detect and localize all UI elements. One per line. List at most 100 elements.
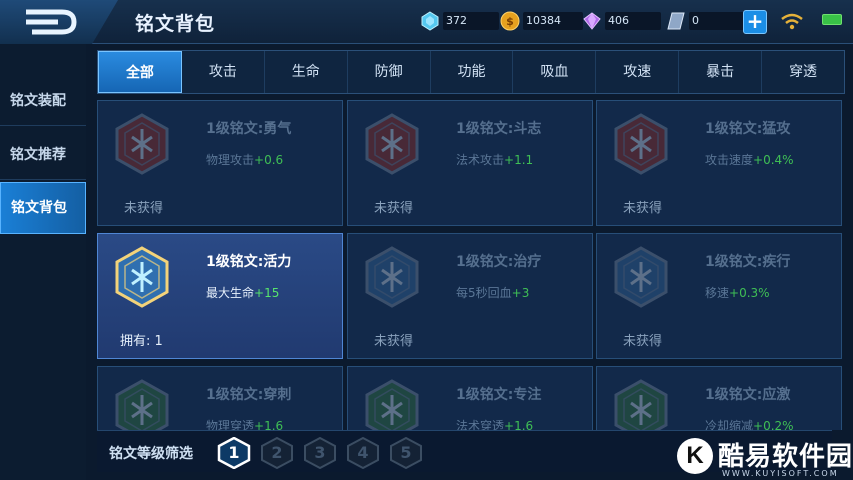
ticket-icon [667,12,685,30]
rune-icon [115,113,169,175]
wifi-icon [781,13,803,30]
rune-name: 1级铭文:猛攻 [705,121,791,137]
level-filter-label: 铭文等级筛选 [109,446,193,462]
svg-text:$: $ [506,15,514,28]
watermark-url: WWW.KUYISOFT.COM [722,469,839,478]
sidebar-item-backpack[interactable]: 铭文背包 [0,182,86,234]
rune-icon [365,113,419,175]
rune-stat-label: 法术穿透 [456,419,505,430]
rune-stat: 攻击速度+0.4% [705,151,794,168]
rune-stat: 法术穿透+1.6 [456,417,533,430]
level-filter-4-button[interactable]: 4 [346,436,380,470]
rune-icon [365,246,419,308]
rune-status: 未获得 [623,334,663,349]
crystal-icon [583,12,601,30]
rune-stat: 冷却缩减+0.2% [705,417,794,430]
tab-all[interactable]: 全部 [98,51,182,93]
rune-stat-value: +0.6 [254,153,284,167]
rune-card[interactable]: 1级铭文:活力 最大生命+15 拥有: 1 [97,233,343,359]
rune-card[interactable]: 1级铭文:疾行 移速+0.3% 未获得 [596,233,842,359]
watermark-k-logo: K [677,438,713,474]
diamond-icon [421,11,439,31]
tab-defense[interactable]: 防御 [348,51,431,93]
rune-card[interactable]: 1级铭文:猛攻 攻击速度+0.4% 未获得 [596,100,842,226]
tab-attack-speed[interactable]: 攻速 [596,51,680,93]
level-number: 5 [400,443,412,462]
rune-name: 1级铭文:穿刺 [206,387,292,403]
rune-stat-value: +1.6 [504,419,534,430]
diamond-counter: 372 [420,11,499,31]
gold-counter: $ 10384 [500,11,583,31]
tab-crit[interactable]: 暴击 [679,51,763,93]
watermark-logo: K 酷易软件园 WWW.KUYISOFT.COM [672,432,853,480]
tab-utility[interactable]: 功能 [431,51,514,93]
tab-lifesteal[interactable]: 吸血 [513,51,597,93]
rune-name: 1级铭文:专注 [456,387,542,403]
ticket-counter: 0 [666,11,745,31]
sidebar-item-recommend[interactable]: 铭文推荐 [0,130,86,180]
rune-stat-label: 攻击速度 [705,153,754,167]
tab-attack[interactable]: 攻击 [182,51,265,93]
battery-icon [822,14,842,25]
rune-stat: 移速+0.3% [705,284,770,301]
rune-stat-label: 物理攻击 [206,153,255,167]
gold-coin-icon: $ [500,11,520,31]
rune-icon [614,246,668,308]
crystal-counter: 406 [582,11,661,31]
watermark-text: 酷易软件园 [718,442,853,472]
rune-card[interactable]: 1级铭文:治疗 每5秒回血+3 未获得 [347,233,593,359]
rune-stat-value: +1.6 [254,419,284,430]
rune-grid: 1级铭文:勇气 物理攻击+0.6 未获得 1级铭文:斗志 法术攻击+1.1 未获得 1级铭文… [97,100,847,430]
rune-card[interactable]: 1级铭文:专注 法术穿透+1.6 [347,366,593,430]
rune-card[interactable]: 1级铭文:斗志 法术攻击+1.1 未获得 [347,100,593,226]
rune-status: 未获得 [623,201,663,216]
rune-stat: 物理攻击+0.6 [206,151,283,168]
top-bar: 铭文背包 372 $ 10384 406 0 + [0,0,853,44]
rune-stat-value: +0.2% [753,419,794,430]
rune-status: 未获得 [374,201,414,216]
level-number: 1 [228,443,240,462]
level-filter-2-button[interactable]: 2 [260,436,294,470]
rune-stat: 法术攻击+1.1 [456,151,533,168]
level-filter-1-button[interactable]: 1 [217,436,251,470]
rune-name: 1级铭文:治疗 [456,254,542,270]
back-button[interactable] [0,0,118,44]
rune-card[interactable]: 1级铭文:应激 冷却缩减+0.2% [596,366,842,430]
rune-name: 1级铭文:斗志 [456,121,542,137]
back-arrow-icon [26,9,77,35]
rune-stat: 物理穿透+1.6 [206,417,283,430]
tab-penetration[interactable]: 穿透 [762,51,844,93]
rune-stat-value: +15 [254,286,280,300]
sidebar: 铭文装配 铭文推荐 铭文背包 [0,44,86,480]
sidebar-item-equip[interactable]: 铭文装配 [0,76,86,126]
rune-status: 未获得 [374,334,414,349]
rune-icon [115,246,169,308]
level-filter-5-button[interactable]: 5 [389,436,423,470]
rune-name: 1级铭文:应激 [705,387,791,403]
rune-stat-value: +3 [511,286,530,300]
rune-icon [614,113,668,175]
rune-status: 拥有: 1 [120,334,163,349]
rune-stat: 最大生命+15 [206,284,279,301]
level-number: 2 [271,443,283,462]
rune-card[interactable]: 1级铭文:穿刺 物理穿透+1.6 [97,366,343,430]
level-number: 4 [357,443,369,462]
rune-name: 1级铭文:活力 [206,254,292,270]
rune-stat-label: 最大生命 [206,286,255,300]
rune-stat-value: +0.4% [753,153,794,167]
rune-card[interactable]: 1级铭文:勇气 物理攻击+0.6 未获得 [97,100,343,226]
rune-stat-label: 法术攻击 [456,153,505,167]
rune-stat: 每5秒回血+3 [456,284,529,301]
rune-stat-label: 移速 [705,286,730,300]
rune-stat-value: +1.1 [504,153,534,167]
rune-stat-label: 冷却缩减 [705,419,754,430]
level-filter-3-button[interactable]: 3 [303,436,337,470]
category-tabs: 全部 攻击 生命 防御 功能 吸血 攻速 暴击 穿透 [97,50,845,94]
rune-icon [614,379,668,430]
rune-stat-value: +0.3% [729,286,770,300]
recharge-plus-button[interactable]: + [743,10,767,34]
rune-status: 未获得 [124,201,164,216]
rune-stat-label: 物理穿透 [206,419,255,430]
rune-stat-label: 每5秒回血 [456,286,512,300]
tab-health[interactable]: 生命 [265,51,348,93]
